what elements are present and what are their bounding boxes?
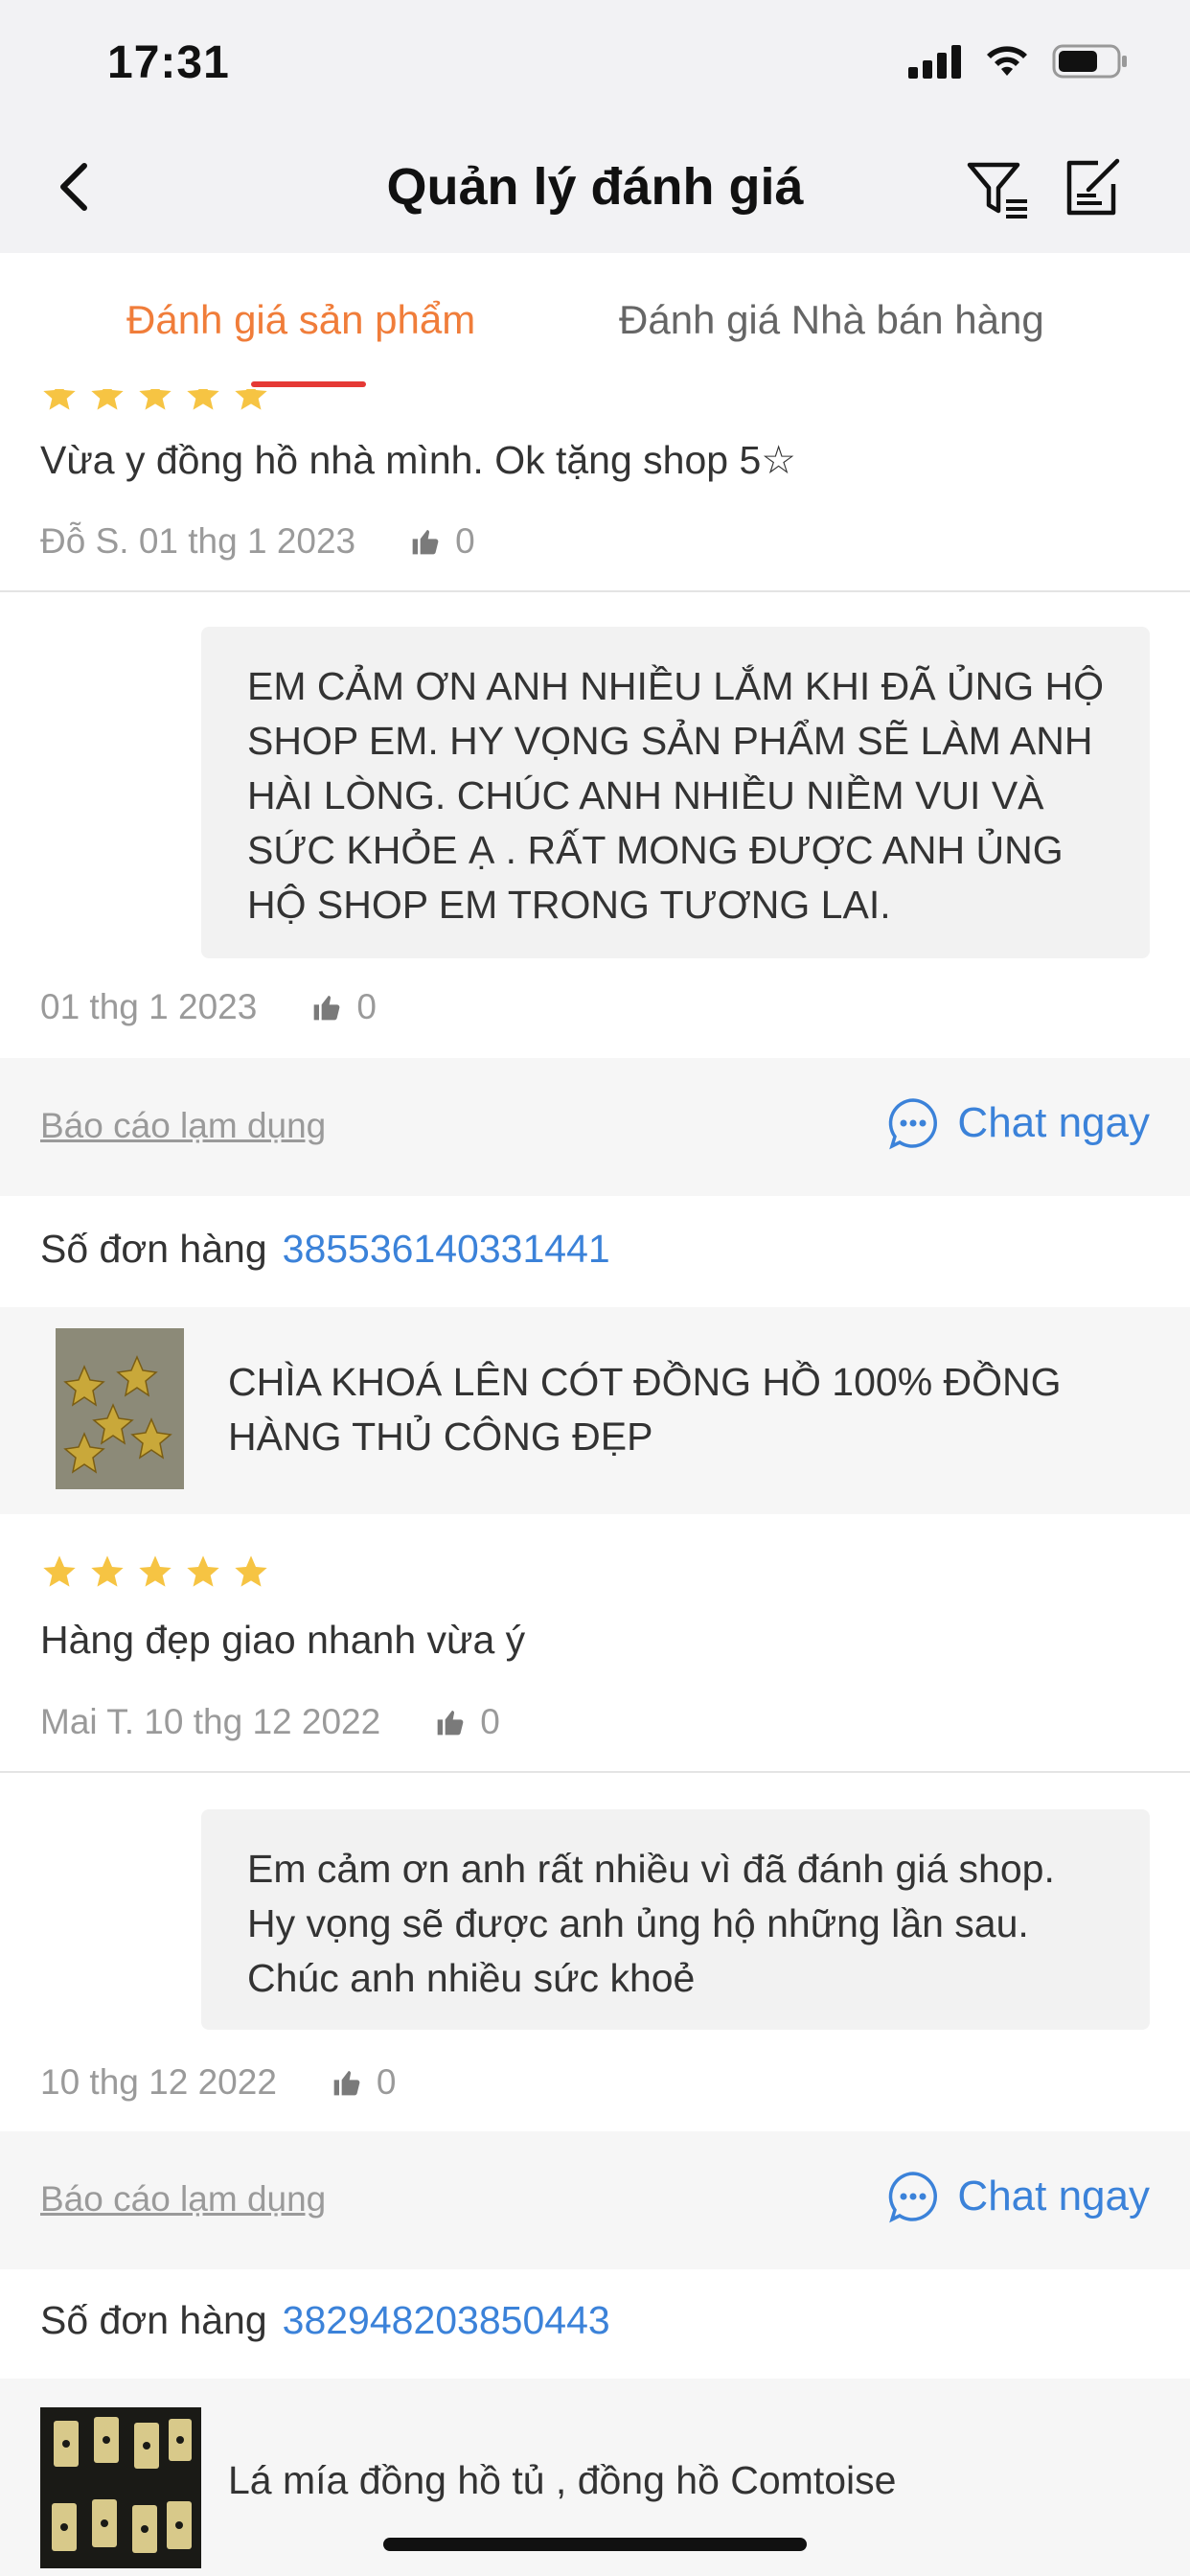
filter-button[interactable] [966, 157, 1031, 222]
status-icons [908, 42, 1129, 80]
divider [0, 1771, 1190, 1773]
battery-icon [1052, 44, 1127, 79]
like-count: 0 [376, 2062, 397, 2102]
like-button[interactable]: 0 [409, 521, 475, 562]
star-icon [139, 1555, 172, 1587]
review-actions: Báo cáo lạm dụng Chat ngay [0, 1058, 1190, 1196]
wifi-icon [987, 46, 1027, 76]
thumbs-up-icon [437, 1711, 464, 1736]
thumbs-up-icon [313, 996, 340, 1021]
order-number-link[interactable]: 382948203850443 [283, 2298, 610, 2342]
like-count: 0 [455, 521, 475, 561]
reply-meta: 10 thg 12 2022 0 [40, 2062, 396, 2103]
review-author-date: Mai T. 10 thg 12 2022 [40, 1702, 381, 1741]
cellular-signal-icon [908, 45, 961, 79]
review-list[interactable]: Vừa y đồng hồ nhà mình. Ok tặng shop 5☆ … [0, 389, 1190, 2576]
star-icon [187, 389, 219, 410]
thumbs-up-icon [333, 2071, 360, 2096]
star-rating [40, 1552, 270, 1591]
review-tabs: Đánh giá sản phẩm Đánh giá Nhà bán hàng [0, 253, 1190, 389]
star-icon [235, 389, 267, 410]
chat-bubble-icon [889, 2172, 938, 2223]
report-abuse-link[interactable]: Báo cáo lạm dụng [40, 2179, 326, 2220]
reply-date: 10 thg 12 2022 [40, 2062, 277, 2102]
chat-now-label: Chat ngay [957, 2173, 1150, 2220]
review-text: Hàng đẹp giao nhanh vừa ý [40, 1618, 526, 1662]
filter-icon [967, 162, 1027, 218]
thumbs-up-icon [412, 530, 439, 555]
review-author-date: Đỗ S. 01 thg 1 2023 [40, 521, 356, 561]
edit-button[interactable] [1062, 157, 1123, 218]
order-number-row: Số đơn hàng 382948203850443 [40, 2298, 610, 2343]
edit-note-icon [1066, 158, 1120, 216]
star-icon [235, 1555, 267, 1587]
star-rating [40, 389, 270, 414]
tab-seller-reviews[interactable]: Đánh giá Nhà bán hàng [619, 297, 1044, 343]
seller-reply: EM CẢM ƠN ANH NHIỀU LẮM KHI ĐÃ ỦNG HỘ SH… [201, 627, 1150, 958]
active-tab-indicator [251, 381, 366, 387]
chat-now-button[interactable]: Chat ngay [886, 1096, 1150, 1150]
order-label: Số đơn hàng [40, 1227, 267, 1271]
like-count: 0 [356, 987, 377, 1026]
order-number-link[interactable]: 385536140331441 [283, 1227, 610, 1271]
review-text: Vừa y đồng hồ nhà mình. Ok tặng shop 5☆ [40, 438, 797, 482]
order-number-row: Số đơn hàng 385536140331441 [40, 1227, 610, 1272]
tab-product-reviews[interactable]: Đánh giá sản phẩm [126, 297, 475, 343]
product-thumbnail [56, 1328, 184, 1489]
like-count: 0 [480, 1702, 500, 1741]
chat-now-label: Chat ngay [957, 1099, 1150, 1146]
status-time: 17:31 [107, 37, 230, 88]
divider [0, 590, 1190, 592]
product-name: Lá mía đồng hồ tủ , đồng hồ Comtoise [228, 2458, 897, 2502]
chat-now-button[interactable]: Chat ngay [886, 2170, 1150, 2223]
chat-bubble-icon [889, 1098, 938, 1150]
like-button[interactable]: 0 [310, 987, 377, 1027]
product-name: CHÌA KHOÁ LÊN CÓT ĐỒNG HỒ 100% ĐỒNG HÀNG… [228, 1360, 1062, 1459]
star-icon [43, 389, 76, 410]
home-indicator [383, 2538, 807, 2551]
seller-reply: Em cảm ơn anh rất nhiều vì đã đánh giá s… [201, 1809, 1150, 2030]
product-row[interactable]: CHÌA KHOÁ LÊN CÓT ĐỒNG HỒ 100% ĐỒNG HÀNG… [0, 1307, 1190, 1514]
top-bar: 17:31 Quản lý đánh giá [0, 0, 1190, 253]
star-icon [139, 389, 172, 410]
reply-date: 01 thg 1 2023 [40, 987, 258, 1026]
report-abuse-link[interactable]: Báo cáo lạm dụng [40, 1106, 326, 1146]
star-icon [91, 389, 124, 410]
like-button[interactable]: 0 [434, 1702, 500, 1742]
star-icon [187, 1555, 219, 1587]
review-actions: Báo cáo lạm dụng Chat ngay [0, 2131, 1190, 2269]
review-meta: Đỗ S. 01 thg 1 2023 0 [40, 521, 475, 562]
review-meta: Mai T. 10 thg 12 2022 0 [40, 1702, 500, 1742]
reply-meta: 01 thg 1 2023 0 [40, 987, 377, 1027]
star-icon [91, 1555, 124, 1587]
product-thumbnail [40, 2407, 201, 2568]
order-label: Số đơn hàng [40, 2298, 267, 2342]
star-icon [43, 1555, 76, 1587]
like-button[interactable]: 0 [331, 2062, 397, 2103]
